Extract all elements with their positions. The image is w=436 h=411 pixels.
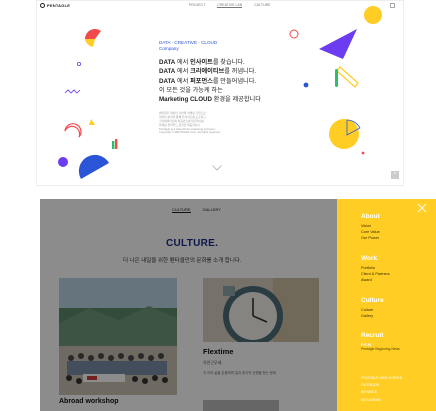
card-title-flextime[interactable]: Flextime (203, 347, 233, 356)
flextime-photo[interactable] (203, 278, 319, 342)
hero-line-2: DATA 에서 크리에이티브를 꺼냅니다. (159, 68, 257, 76)
next-card-photo[interactable] (203, 400, 279, 411)
chevron-down-icon[interactable] (212, 165, 222, 171)
menu-group-recruit: Recruit P.E.N Pentagle Beginning News (361, 332, 400, 352)
red-crescent-shape (64, 123, 82, 138)
scroll-top-button[interactable]: ^ (391, 171, 399, 179)
menu-item-gallery[interactable]: Gallery (361, 313, 384, 319)
orange-dot-shape (361, 151, 365, 155)
hero-section: PENTAGLE PROJECT CREATIVE LAB CULTURE DA… (36, 0, 404, 186)
hero-line-1: DATA 에서 인사이트를 찾습니다. (159, 59, 245, 66)
menu-group-work: Work Portfolio Client & Partners Award (361, 255, 390, 283)
purple-triangle-shape (319, 29, 357, 59)
page-title: CULTURE. (166, 238, 219, 249)
hero-line-4: 이 모든 것을 가능케 하는 (159, 86, 223, 94)
red-ring-small (289, 29, 299, 39)
purple-dot-shape (58, 157, 68, 167)
menu-footer-links: PENTAGLE NEW SCREEN FACEBOOK BEHANCE INS… (361, 375, 402, 404)
small-blue-ring (77, 62, 82, 67)
card-subtitle-flextime: 유연근무제 (203, 360, 222, 365)
menu-group-culture: Culture Culture Gallery (361, 297, 384, 319)
footer-link-facebook[interactable]: FACEBOOK (361, 382, 402, 389)
culture-subnav: CULTURE GALLERY (172, 207, 221, 213)
yellow-leaf-shape (89, 119, 95, 125)
close-icon[interactable] (417, 203, 427, 213)
menu-head-work[interactable]: Work (361, 255, 390, 262)
menu-head-about[interactable]: About (361, 213, 380, 220)
card-title-workshop[interactable]: Abroad workshop (59, 398, 119, 405)
menu-item-beginning-news[interactable]: Pentagle Beginning News (361, 347, 400, 352)
menu-group-about: About Vision Core Value Our Power (361, 213, 380, 241)
menu-item-award[interactable]: Award (361, 277, 390, 283)
tab-gallery[interactable]: GALLERY (203, 207, 221, 213)
footer-link-behance[interactable]: BEHANCE (361, 389, 402, 396)
page-subtitle: 더 나은 내일을 위한 펜타클만의 문화를 소개 합니다. (123, 258, 242, 264)
footer-link-new-screen[interactable]: PENTAGLE NEW SCREEN (361, 375, 402, 382)
hero-description: 펜타클은 데이터 기반의 마케팅 기업으로 데이터 분석을 통해 인사이트를 도… (159, 111, 221, 135)
side-menu-panel: About Vision Core Value Our Power Work P… (337, 199, 436, 411)
hero-line-3: DATA 에서 퍼포먼스를 만들어냅니다. (159, 77, 257, 85)
hero-headline: DATA 에서 인사이트를 찾습니다. DATA 에서 크리에이티브를 꺼냅니다… (159, 58, 309, 104)
tab-culture[interactable]: CULTURE (172, 207, 191, 213)
hero-text: DATA · CREATIVE · CLOUD Company DATA 에서 … (159, 40, 309, 135)
yellow-circle-bottom (329, 119, 359, 149)
workshop-photo[interactable] (59, 278, 177, 395)
pencil-shape (336, 66, 359, 88)
menu-head-recruit[interactable]: Recruit (361, 332, 400, 339)
workshop-image (59, 278, 177, 395)
blue-semicircle-shape (78, 154, 109, 179)
green-bars-shape (112, 141, 115, 149)
menu-item-our-power[interactable]: Our Power (361, 235, 380, 241)
yellow-quarter-shape (85, 39, 95, 47)
red-ring-shape (85, 29, 101, 39)
menu-head-culture[interactable]: Culture (361, 297, 384, 304)
culture-section: CULTURE GALLERY CULTURE. 더 나은 내일을 위한 펜타클… (40, 199, 436, 411)
tagline-company: Company (159, 45, 179, 51)
footer-link-instagram[interactable]: INSTAGRAM (361, 397, 402, 404)
card-desc-flextime: 각 자의 삶을 존중하며 일과 휴식의 균형을 찾는 문화 (203, 371, 277, 375)
zigzag-shape (64, 89, 81, 94)
green-bar-shape (335, 69, 338, 87)
clock-image (203, 278, 319, 342)
yellow-circle-top (364, 6, 382, 24)
hero-line-5: Marketing CLOUD 환경을 제공합니다 (159, 96, 261, 104)
